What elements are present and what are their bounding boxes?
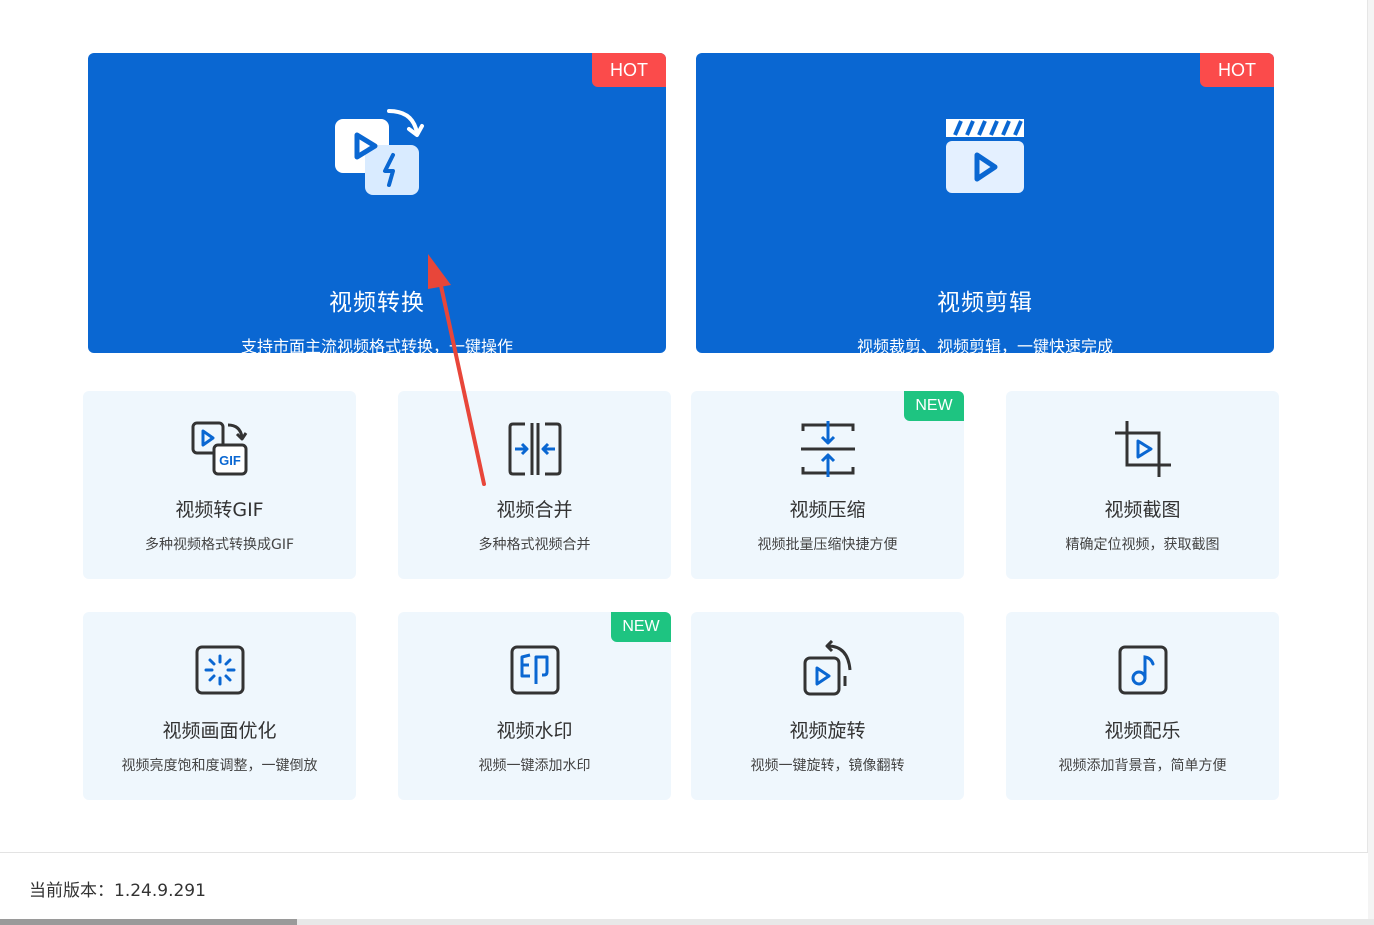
- video-watermark-card[interactable]: NEW 视频水印 视频一键添加水印: [398, 612, 671, 800]
- compress-icon: [800, 421, 855, 477]
- card-title: 视频旋转: [789, 720, 866, 742]
- scroll-segment: [0, 919, 297, 925]
- card-title: 视频合并: [496, 499, 573, 521]
- video-music-card[interactable]: 视频配乐 视频添加背景音，简单方便: [1006, 612, 1279, 800]
- crop-icon: [1114, 421, 1171, 477]
- hot-badge: HOT: [592, 53, 666, 87]
- music-icon: [1118, 645, 1167, 695]
- card-title: 视频压缩: [789, 499, 866, 521]
- enhance-icon: [195, 645, 244, 695]
- card-description: 精确定位视频，获取截图: [1065, 537, 1220, 553]
- card-description: 多种格式视频合并: [478, 537, 591, 553]
- merge-icon: [508, 422, 561, 476]
- card-description: 视频裁剪、视频剪辑，一键快速完成: [856, 337, 1113, 356]
- card-title: 视频转换: [329, 290, 425, 316]
- new-badge: NEW: [611, 612, 671, 642]
- video-compress-card[interactable]: NEW 视频压缩 视频批量压缩快捷方便: [691, 391, 964, 579]
- gif-convert-icon: GIF: [191, 421, 247, 476]
- video-to-gif-card[interactable]: GIF 视频转GIF 多种视频格式转换成GIF: [83, 391, 356, 579]
- clapperboard-icon: [946, 119, 1024, 193]
- card-description: 多种视频格式转换成GIF: [144, 537, 295, 553]
- bottom-strip: [0, 919, 1374, 925]
- card-title: 视频配乐: [1104, 720, 1181, 742]
- rotate-icon: [803, 640, 851, 696]
- video-screenshot-card[interactable]: 视频截图 精确定位视频，获取截图: [1006, 391, 1279, 579]
- video-rotate-card[interactable]: 视频旋转 视频一键旋转，镜像翻转: [691, 612, 964, 800]
- footer-bar: 当前版本：1.24.9.291: [0, 852, 1368, 919]
- card-description: 视频添加背景音，简单方便: [1058, 758, 1227, 774]
- card-title: 视频剪辑: [937, 290, 1033, 316]
- card-description: 视频一键旋转，镜像翻转: [750, 758, 905, 774]
- new-badge: NEW: [904, 391, 964, 421]
- video-convert-icon: [335, 109, 424, 195]
- window-edge: [1368, 0, 1374, 925]
- app-window: HOT 视频转换 支持市面主流视频格式转换，一键操作 HOT 视频剪辑 视频裁剪…: [0, 0, 1368, 919]
- video-edit-card[interactable]: HOT 视频剪辑 视频裁剪、视频剪辑，一键快速完成: [696, 53, 1274, 356]
- card-description: 视频批量压缩快捷方便: [757, 537, 898, 553]
- card-description: 视频亮度饱和度调整，一键倒放: [121, 758, 318, 774]
- hot-badge: HOT: [1200, 53, 1274, 87]
- video-convert-card[interactable]: HOT 视频转换 支持市面主流视频格式转换，一键操作: [88, 53, 666, 356]
- card-title: 视频画面优化: [162, 720, 277, 742]
- watermark-icon: [510, 645, 559, 695]
- card-title: 视频水印: [496, 720, 573, 742]
- video-merge-card[interactable]: 视频合并 多种格式视频合并: [398, 391, 671, 579]
- video-enhance-card[interactable]: 视频画面优化 视频亮度饱和度调整，一键倒放: [83, 612, 356, 800]
- version-label: 当前版本：1.24.9.291: [29, 881, 206, 901]
- card-title: 视频转GIF: [175, 499, 264, 521]
- card-description: 支持市面主流视频格式转换，一键操作: [240, 337, 513, 356]
- svg-text:GIF: GIF: [219, 453, 241, 468]
- card-title: 视频截图: [1104, 499, 1181, 521]
- card-description: 视频一键添加水印: [478, 758, 591, 774]
